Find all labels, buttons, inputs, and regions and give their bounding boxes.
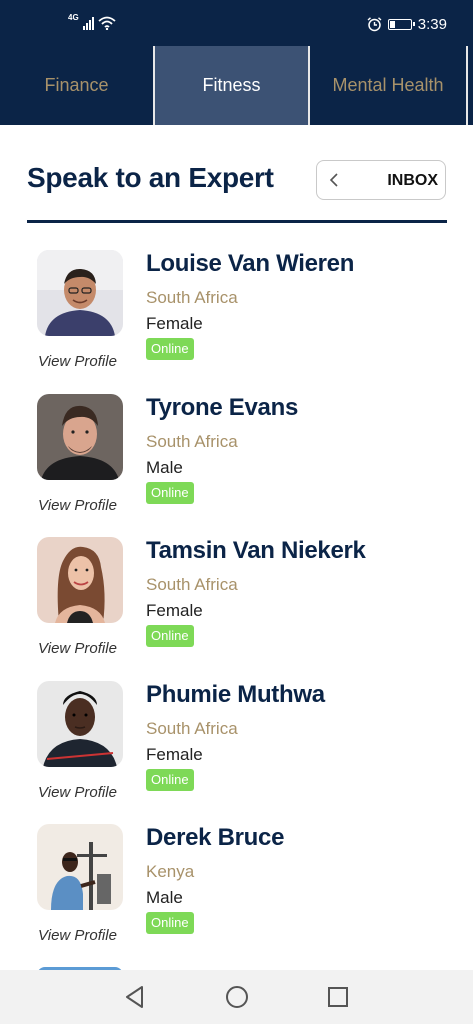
expert-country: South Africa <box>146 718 238 738</box>
expert-country: South Africa <box>146 288 238 307</box>
inbox-button[interactable]: INBOX <box>316 160 446 200</box>
expert-name: Louise Van Wieren <box>146 250 355 277</box>
avatar[interactable] <box>37 680 123 767</box>
view-profile-link[interactable]: View Profile <box>38 640 117 657</box>
avatar[interactable] <box>37 537 123 623</box>
expert-card: View Profile Louise Van Wieren South Afr… <box>0 250 473 394</box>
status-bar: 4G 3:39 <box>0 0 473 46</box>
expert-name: Derek Bruce <box>146 824 285 851</box>
expert-card: View Profile Tyrone Evans South Africa M… <box>0 393 473 538</box>
page-title: Speak to an Expert <box>27 162 274 193</box>
expert-name: Phumie Muthwa <box>146 680 325 708</box>
status-badge: Online <box>146 912 194 934</box>
status-badge: Online <box>146 768 194 791</box>
view-profile-link[interactable]: View Profile <box>38 353 117 370</box>
expert-country: South Africa <box>146 575 238 594</box>
tab-mental-health[interactable]: Mental Health <box>310 46 468 125</box>
avatar[interactable] <box>37 824 123 910</box>
expert-card: View Profile Derek Bruce Kenya Male Onli… <box>0 824 473 968</box>
tab-fitness[interactable]: Fitness <box>155 46 310 125</box>
chevron-left-icon <box>329 173 338 187</box>
divider <box>27 220 447 223</box>
expert-country: Kenya <box>146 862 195 881</box>
status-badge: Online <box>146 481 194 504</box>
battery-icon <box>387 19 415 30</box>
network-indicators: 4G <box>68 14 116 30</box>
status-right: 3:39 <box>367 16 447 33</box>
inbox-label: INBOX <box>387 172 438 189</box>
category-tabs: Finance Fitness Mental Health <box>0 46 473 125</box>
home-icon[interactable] <box>224 984 250 1010</box>
back-icon[interactable] <box>122 984 148 1010</box>
view-profile-link[interactable]: View Profile <box>38 927 117 944</box>
system-nav-bar <box>0 970 473 1024</box>
status-badge: Online <box>146 338 194 360</box>
expert-name: Tamsin Van Niekerk <box>146 537 366 564</box>
view-profile-link[interactable]: View Profile <box>38 784 117 801</box>
tab-finance[interactable]: Finance <box>0 46 155 125</box>
expert-gender: Female <box>146 744 203 764</box>
expert-card: View Profile Phumie Muthwa South Africa … <box>0 680 473 825</box>
expert-list: View Profile Louise Van Wieren South Afr… <box>0 250 473 968</box>
heading-row: Speak to an Expert INBOX <box>27 158 447 202</box>
avatar[interactable] <box>37 393 123 480</box>
expert-gender: Female <box>146 601 203 620</box>
signal-icon <box>82 16 94 30</box>
network-type: 4G <box>68 13 79 22</box>
expert-name: Tyrone Evans <box>146 393 299 421</box>
alarm-icon <box>367 17 382 32</box>
expert-gender: Male <box>146 888 183 907</box>
avatar[interactable] <box>37 250 123 336</box>
recents-icon[interactable] <box>325 984 351 1010</box>
expert-gender: Male <box>146 457 183 477</box>
expert-card: View Profile Tamsin Van Niekerk South Af… <box>0 537 473 681</box>
expert-country: South Africa <box>146 431 238 451</box>
expert-gender: Female <box>146 314 203 333</box>
status-badge: Online <box>146 625 194 647</box>
clock: 3:39 <box>417 16 447 33</box>
wifi-icon <box>98 16 116 30</box>
view-profile-link[interactable]: View Profile <box>38 497 117 514</box>
